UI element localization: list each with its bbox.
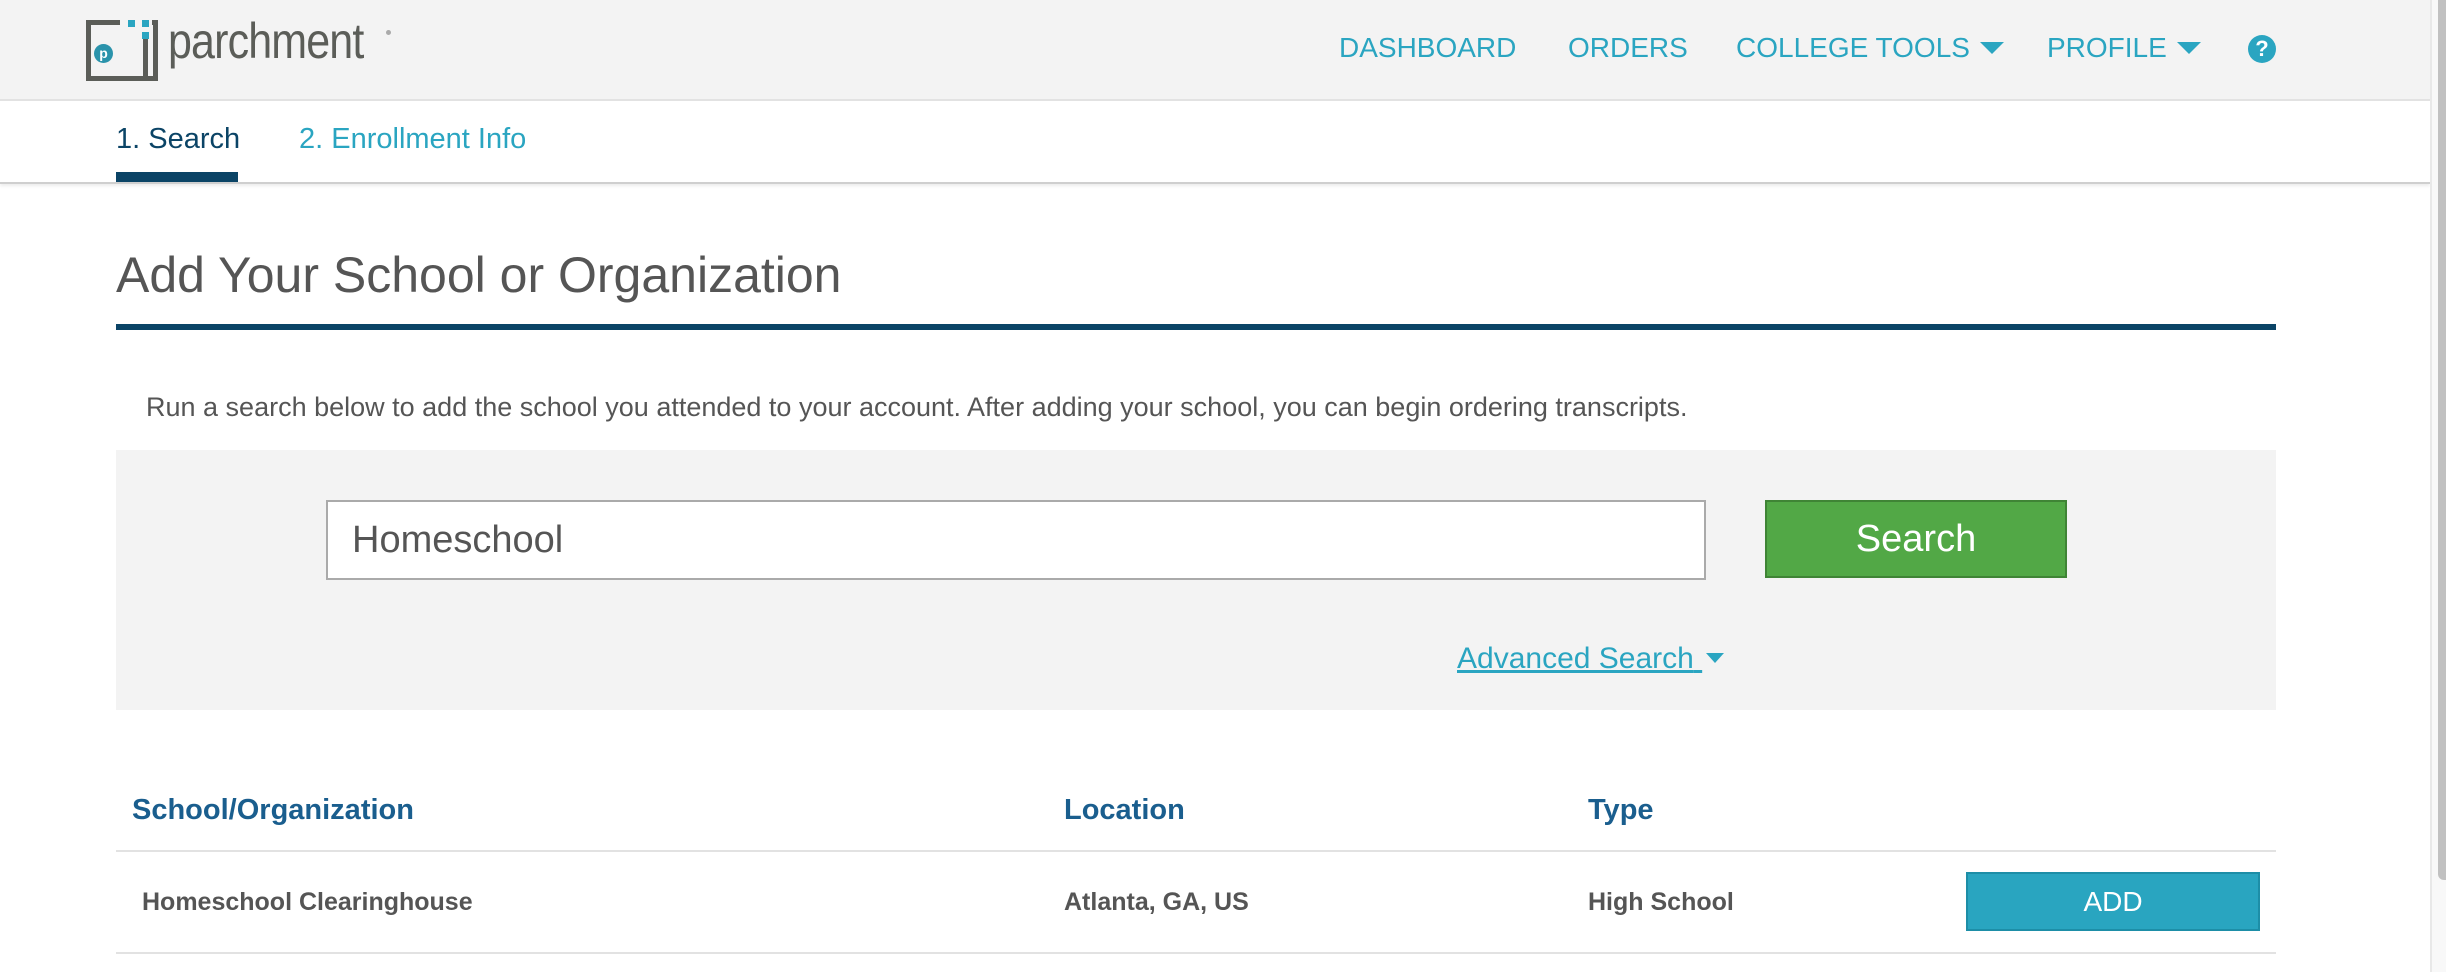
- advanced-search-link[interactable]: Advanced Search: [1457, 642, 1725, 676]
- cell-school-name: Homeschool Clearinghouse: [142, 888, 473, 916]
- search-panel: [116, 450, 2276, 710]
- column-header-type[interactable]: Type: [1588, 794, 1654, 827]
- school-search-input[interactable]: [326, 500, 1706, 580]
- registered-mark-icon: [386, 30, 391, 35]
- column-header-location[interactable]: Location: [1064, 794, 1185, 827]
- logo-dot: [142, 20, 149, 27]
- tab-search[interactable]: 1. Search: [116, 123, 240, 156]
- logo-stem: [143, 34, 148, 76]
- logo-dot: [128, 20, 135, 27]
- header-divider: [116, 850, 2276, 852]
- row-divider: [116, 952, 2276, 954]
- tab-enrollment-info[interactable]: 2. Enrollment Info: [299, 123, 526, 156]
- cell-type: High School: [1588, 888, 1734, 916]
- nav-orders[interactable]: ORDERS: [1568, 32, 1688, 64]
- caret-down-icon: [1979, 41, 2004, 54]
- nav-profile-label: PROFILE: [2047, 32, 2167, 63]
- caret-down-icon: [2176, 41, 2201, 54]
- logo-wordmark: parchment: [168, 13, 364, 69]
- logo-p-icon: p: [94, 44, 113, 63]
- advanced-search-label: Advanced Search: [1457, 642, 1694, 675]
- intro-text: Run a search below to add the school you…: [146, 392, 1688, 422]
- nav-dashboard[interactable]: DASHBOARD: [1339, 32, 1516, 64]
- title-divider: [116, 324, 2276, 330]
- active-tab-indicator: [116, 172, 238, 182]
- page-title: Add Your School or Organization: [116, 247, 842, 303]
- column-header-school[interactable]: School/Organization: [132, 794, 414, 827]
- nav-college-tools-label: COLLEGE TOOLS: [1736, 32, 1970, 63]
- nav-profile[interactable]: PROFILE: [2047, 32, 2201, 64]
- add-school-button[interactable]: ADD: [1966, 872, 2260, 931]
- nav-college-tools[interactable]: COLLEGE TOOLS: [1736, 32, 2004, 64]
- cell-location: Atlanta, GA, US: [1064, 888, 1249, 916]
- search-button[interactable]: Search: [1765, 500, 2067, 578]
- help-icon[interactable]: ?: [2248, 35, 2276, 63]
- scrollbar-thumb[interactable]: [2438, 0, 2446, 880]
- logo-dot: [142, 32, 149, 39]
- caret-down-icon: [1706, 653, 1725, 664]
